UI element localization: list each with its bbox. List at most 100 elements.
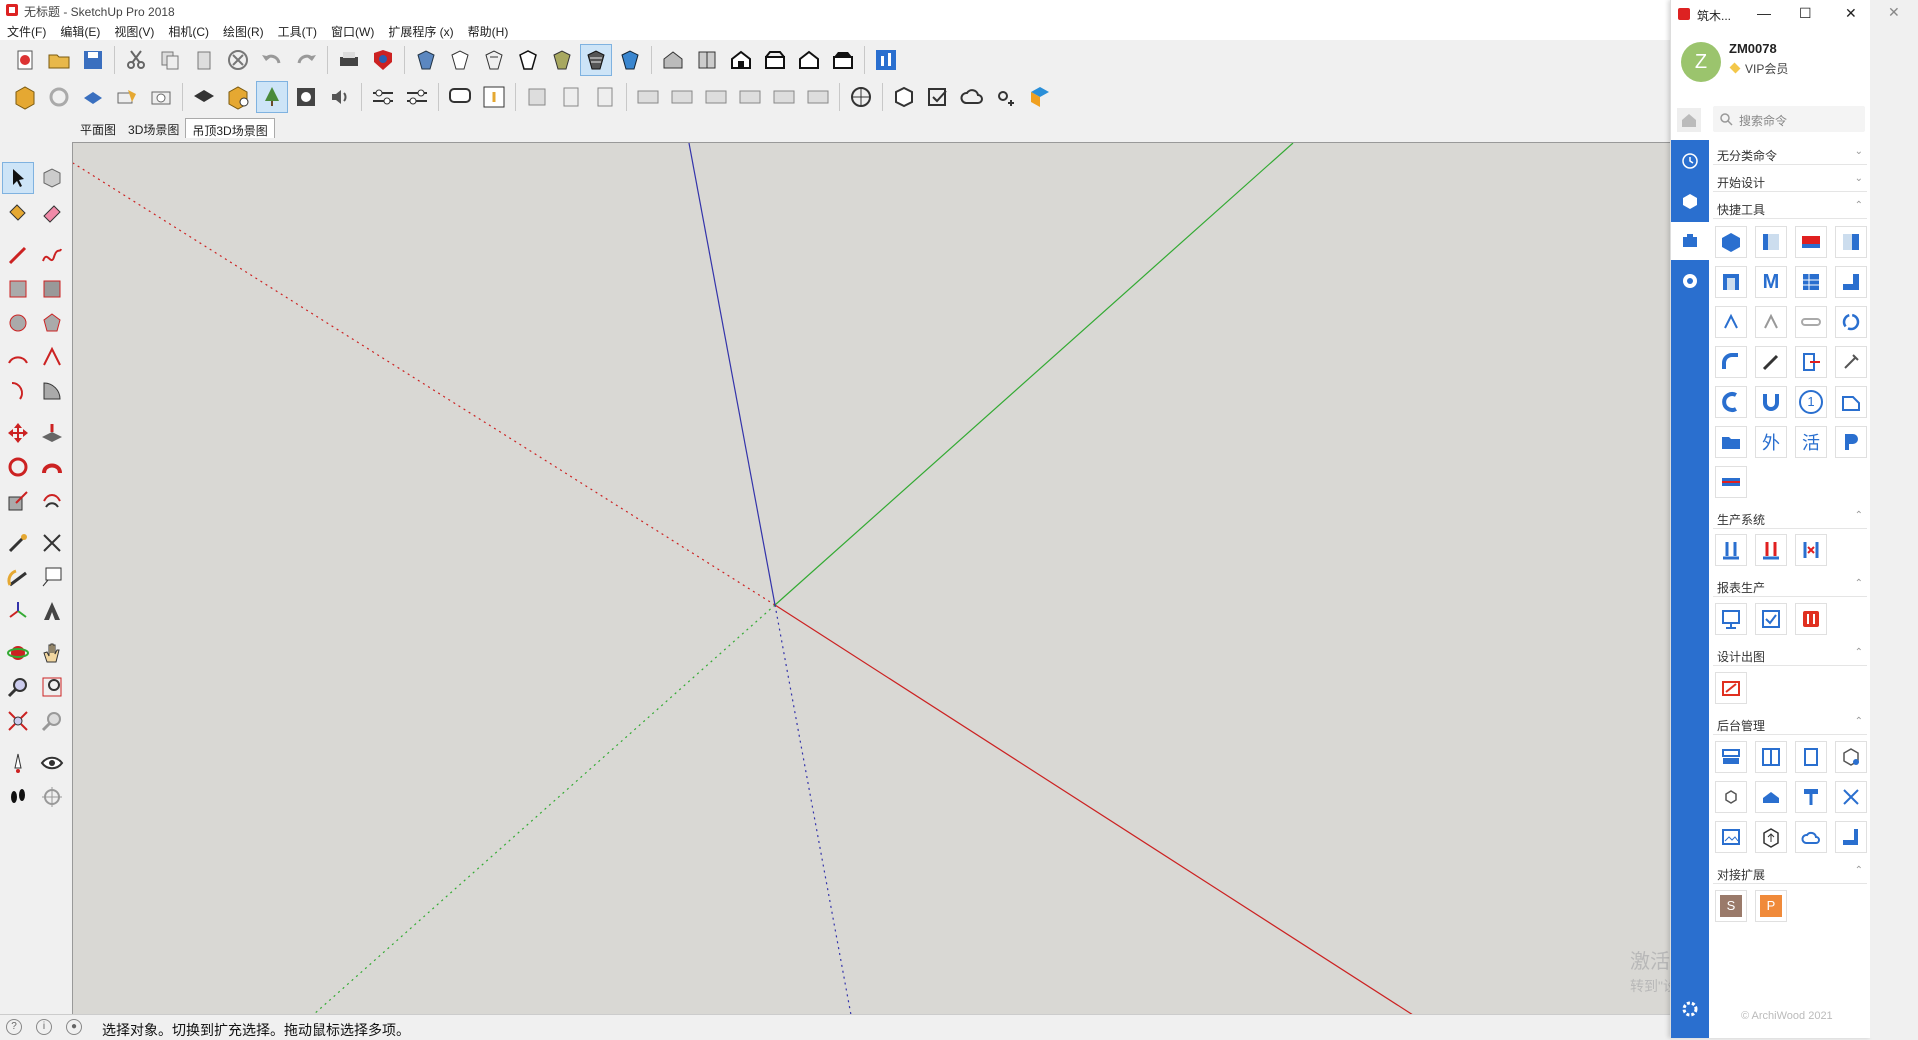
quick-frame-button[interactable] xyxy=(1715,266,1747,298)
cube-nav-icon[interactable] xyxy=(1681,192,1699,210)
select-tool[interactable] xyxy=(2,162,34,194)
quick-measure-button[interactable] xyxy=(1715,306,1747,338)
paint-bucket-tool[interactable] xyxy=(3,197,33,227)
layer-tool-6-button[interactable] xyxy=(803,82,833,112)
pan-tool[interactable] xyxy=(37,638,67,668)
quick-grid-button[interactable] xyxy=(1795,266,1827,298)
back-view-button[interactable] xyxy=(794,45,824,75)
zoom-tool[interactable] xyxy=(3,672,33,702)
walk-tool[interactable] xyxy=(3,782,33,812)
gear-icon[interactable] xyxy=(1681,1000,1699,1018)
gear-settings-button[interactable] xyxy=(291,82,321,112)
menu-draw[interactable]: 绘图(R) xyxy=(216,20,271,40)
scale-tool[interactable] xyxy=(3,486,33,516)
menu-edit[interactable]: 编辑(E) xyxy=(53,20,107,40)
menu-tools[interactable]: 工具(T) xyxy=(271,20,324,40)
tab-plan[interactable]: 平面图 xyxy=(74,118,122,138)
print-button[interactable] xyxy=(334,45,364,75)
user-status-icon[interactable]: ● xyxy=(66,1019,82,1035)
menu-help[interactable]: 帮助(H) xyxy=(461,20,516,40)
zoom-extents-tool[interactable] xyxy=(3,706,33,736)
quick-corner-button[interactable] xyxy=(1835,266,1867,298)
paste-button[interactable] xyxy=(189,45,219,75)
open-file-button[interactable] xyxy=(44,45,74,75)
tab-ceiling-3d-scene[interactable]: 吊顶3D场景图 xyxy=(185,118,275,138)
front-view-button[interactable] xyxy=(726,45,756,75)
check-button[interactable] xyxy=(923,82,953,112)
xray-style-button[interactable] xyxy=(411,45,441,75)
photo-texture-button[interactable] xyxy=(112,82,142,112)
section-report[interactable]: 报表生产 ⌃ xyxy=(1713,576,1867,597)
box-component-button[interactable] xyxy=(889,82,919,112)
shaded-style-button[interactable] xyxy=(547,45,577,75)
push-pull-tool[interactable] xyxy=(37,418,67,448)
section-production[interactable]: 生产系统 ⌃ xyxy=(1713,508,1867,529)
follow-me-tool[interactable] xyxy=(37,452,67,482)
erase-button[interactable] xyxy=(223,45,253,75)
quick-door-button[interactable] xyxy=(1835,226,1867,258)
quick-bend-button[interactable] xyxy=(1715,346,1747,378)
admin-panel-button[interactable] xyxy=(1795,741,1827,773)
admin-hardware-button[interactable] xyxy=(1795,781,1827,813)
undo-button[interactable] xyxy=(257,45,287,75)
make-component-tool[interactable] xyxy=(37,163,67,193)
shaded-textures-style-button[interactable] xyxy=(580,44,612,76)
geo-location-button[interactable] xyxy=(846,82,876,112)
quick-cabinet-button[interactable] xyxy=(1715,226,1747,258)
quick-link-button[interactable] xyxy=(1795,306,1827,338)
cube-logo-button[interactable] xyxy=(1025,82,1055,112)
quick-tool-button[interactable] xyxy=(1835,346,1867,378)
arc-tool[interactable] xyxy=(3,342,33,372)
menu-view[interactable]: 视图(V) xyxy=(107,20,161,40)
quick-number-one-button[interactable]: 1 xyxy=(1795,386,1827,418)
axes-tool[interactable] xyxy=(3,596,33,626)
quick-u-shape-button[interactable] xyxy=(1755,386,1787,418)
text-tool[interactable] xyxy=(37,562,67,592)
sliders-button[interactable] xyxy=(368,82,398,112)
wireframe-style-button[interactable] xyxy=(479,45,509,75)
admin-boxes-button[interactable] xyxy=(1835,741,1867,773)
prod-cross-button[interactable] xyxy=(1795,534,1827,566)
comment-button[interactable] xyxy=(445,82,475,112)
quick-folder-button[interactable] xyxy=(1715,426,1747,458)
settings-circle-icon[interactable] xyxy=(1681,272,1699,290)
section-design-drawing[interactable]: 设计出图 ⌃ xyxy=(1713,645,1867,666)
export-image-button[interactable] xyxy=(522,82,552,112)
line-tool[interactable] xyxy=(3,240,33,270)
layer-tool-3-button[interactable] xyxy=(701,82,731,112)
redo-button[interactable] xyxy=(291,45,321,75)
admin-columns-button[interactable] xyxy=(1755,741,1787,773)
freehand-tool[interactable] xyxy=(37,240,67,270)
three-point-arc-tool[interactable] xyxy=(3,376,33,406)
back-edges-style-button[interactable] xyxy=(445,45,475,75)
report-check-button[interactable] xyxy=(1755,603,1787,635)
move-tool[interactable] xyxy=(3,418,33,448)
polygon-tool[interactable] xyxy=(37,308,67,338)
protractor-tool[interactable] xyxy=(3,562,33,592)
model-info-button[interactable] xyxy=(368,45,398,75)
tools-nav-active[interactable] xyxy=(1671,222,1709,260)
orbit-tool[interactable] xyxy=(3,638,33,668)
save-button[interactable] xyxy=(78,45,108,75)
quick-red-board-button[interactable] xyxy=(1795,226,1827,258)
ext-p-button[interactable]: P xyxy=(1755,890,1787,922)
quick-corner-cut-button[interactable] xyxy=(1835,386,1867,418)
quick-m-button[interactable]: M xyxy=(1755,266,1787,298)
section-plane-tool[interactable] xyxy=(37,782,67,812)
model-viewport[interactable] xyxy=(72,142,1671,1015)
quick-p-logo-button[interactable] xyxy=(1835,426,1867,458)
quick-active-button[interactable]: 活 xyxy=(1795,426,1827,458)
tree-component-button[interactable] xyxy=(256,81,288,113)
tab-3d-scene[interactable]: 3D场景图 xyxy=(122,118,185,138)
pie-tool[interactable] xyxy=(37,376,67,406)
ext-s-button[interactable]: S xyxy=(1715,890,1747,922)
new-file-button[interactable] xyxy=(10,45,40,75)
section-uncategorized[interactable]: 无分类命令 ⌄ xyxy=(1713,144,1867,165)
tape-measure-tool[interactable] xyxy=(3,528,33,558)
layer-tool-5-button[interactable] xyxy=(769,82,799,112)
admin-layout-button[interactable] xyxy=(1715,741,1747,773)
panel-close-button[interactable]: ✕ xyxy=(1845,5,1857,22)
layer-tool-1-button[interactable] xyxy=(633,82,663,112)
admin-cloud-button[interactable] xyxy=(1795,821,1827,853)
layout-send-button[interactable] xyxy=(189,82,219,112)
